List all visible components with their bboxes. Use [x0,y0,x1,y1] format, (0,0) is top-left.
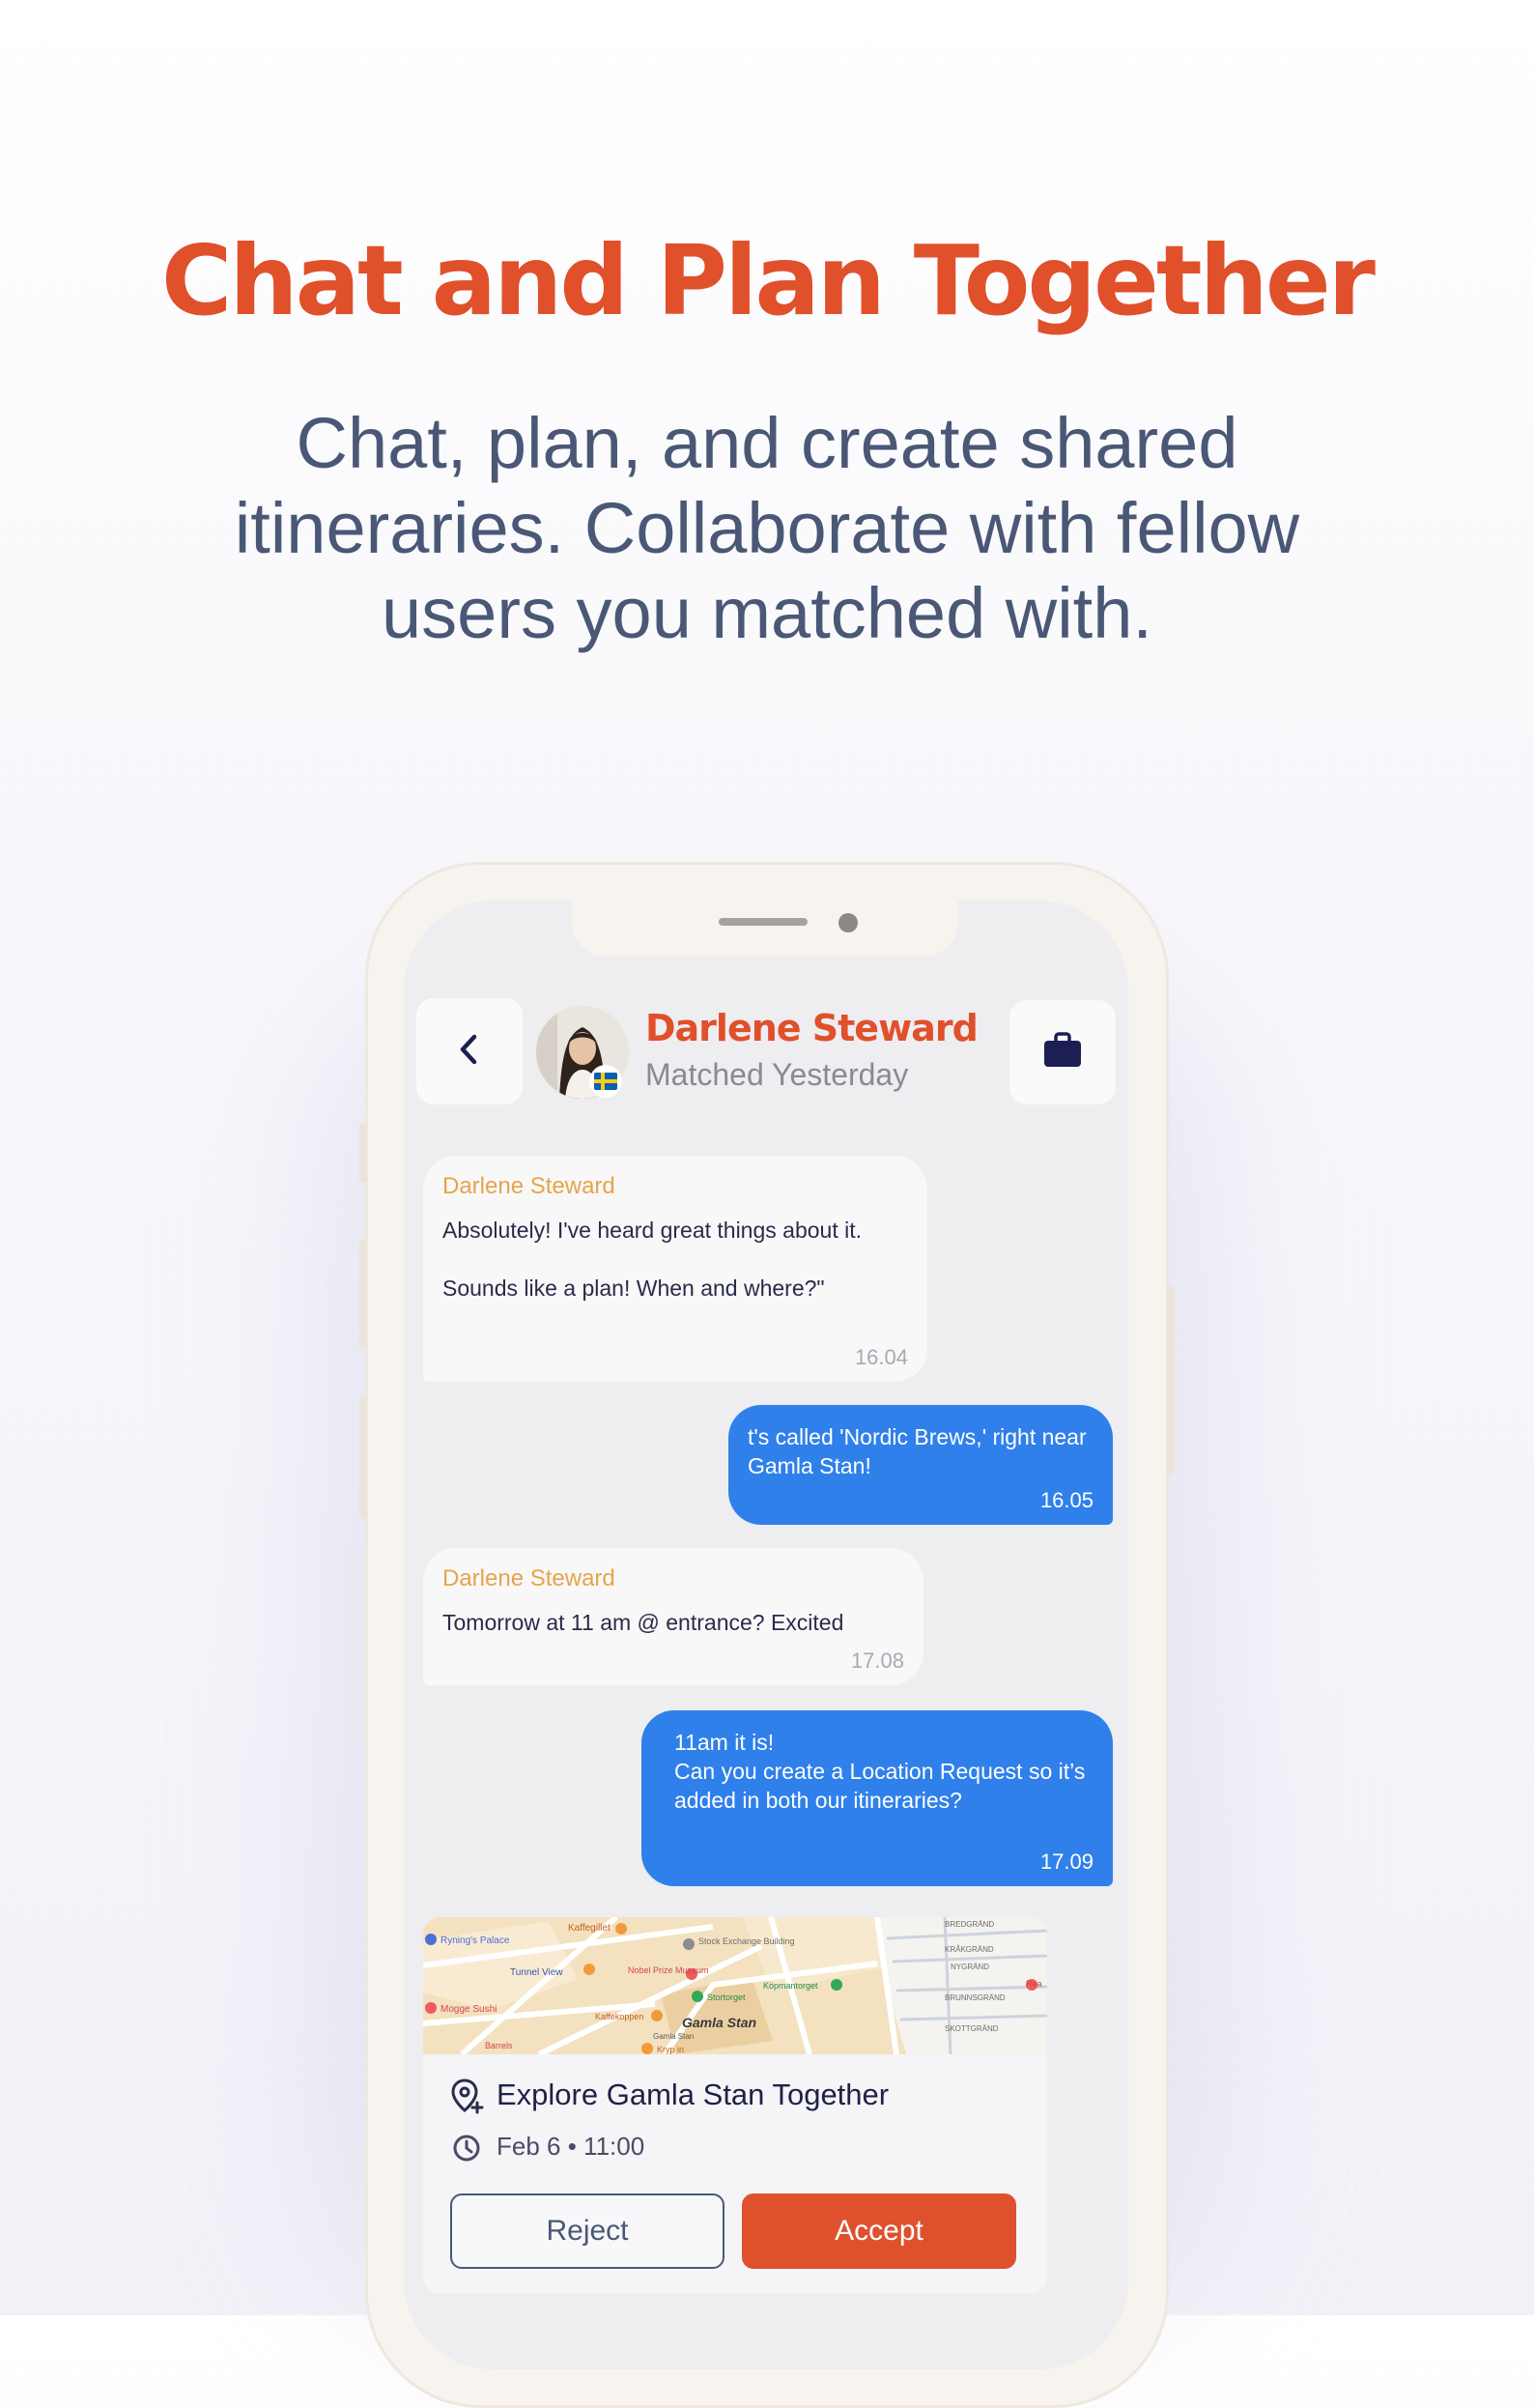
map-label: Ryning's Palace [440,1935,510,1946]
message-time: 16.05 [1039,1488,1094,1512]
map-label: Stortorget [707,1992,746,2002]
location-request-title: Explore Gamla Stan Together [497,2078,890,2111]
map-label: NYGRÄND [951,1963,989,1971]
message-text: Tomorrow at 11 am @ entrance? Excited [442,1610,844,1635]
chevron-left-icon [455,1032,484,1072]
map-label: Mogge Sushi [440,2004,497,2015]
sweden-flag-icon [589,1065,622,1098]
location-map[interactable]: Ryning's Palace Kaffegillet Stock Exchan… [423,1917,1047,2054]
map-label: Köpmantorget [763,1981,818,1991]
map-label: BREDGRÄND [945,1920,994,1929]
message-outgoing[interactable]: t's called 'Nordic Brews,' right near Ga… [728,1405,1113,1525]
reject-button[interactable]: Reject [450,2193,724,2269]
message-time: 16.04 [854,1345,908,1369]
map-label: Nobel Prize Museum [628,1965,709,1975]
location-request-date: Feb 6 • 11:00 [497,2132,645,2161]
phone-screen: Darlene Steward Matched Yesterday Darlen… [404,901,1128,2369]
page-subtitle: Chat, plan, and create shared itinerarie… [234,403,1300,653]
map-label: Kaffegillet [568,1923,611,1934]
map-label: Rea [1026,1979,1042,1989]
speaker-grille [719,918,808,926]
map-label: Gamla Stan [682,2015,756,2030]
message-text: 11am it is! Can you create a Location Re… [674,1730,1086,1813]
map-label: Barrels [485,2041,513,2050]
message-outgoing[interactable]: 11am it is! Can you create a Location Re… [641,1710,1113,1886]
phone-silent-switch [359,1123,367,1183]
message-sender: Darlene Steward [442,1565,615,1591]
phone-volume-up [359,1239,367,1349]
front-camera [838,913,858,932]
map-label: Kaffekoppen [595,2012,643,2021]
message-text: t's called 'Nordic Brews,' right near Ga… [748,1424,1087,1478]
page-title: Chat and Plan Together [161,224,1376,337]
back-button[interactable] [416,998,523,1104]
map-label: SKOTTGRÄND [945,2024,999,2033]
map-label: Tunnel View [510,1967,563,1978]
briefcase-icon [1043,1031,1082,1074]
message-time: 17.09 [1039,1849,1094,1874]
map-label: BRUNNSGRÄND [945,1993,1006,2002]
map-label: KRÅKGRÄND [945,1945,994,1954]
map-label: Kryp in [657,2045,684,2054]
message-sender: Darlene Steward [442,1173,615,1199]
phone-volume-down [359,1397,367,1519]
accept-button[interactable]: Accept [742,2193,1016,2269]
map-label: Stock Exchange Building [698,1936,795,1946]
message-time: 17.08 [850,1648,904,1673]
phone-notch [572,901,958,957]
map-label: Gamla Stan [653,2032,694,2041]
message-incoming[interactable]: Darlene Steward Tomorrow at 11 am @ entr… [423,1548,923,1685]
message-text: Absolutely! I've heard great things abou… [442,1218,862,1301]
location-request-card[interactable]: Ryning's Palace Kaffegillet Stock Exchan… [423,1917,1047,2294]
phone-power-button [1167,1285,1175,1475]
contact-name: Darlene Steward [645,1007,979,1049]
location-pin-add-icon [450,2078,485,2119]
match-status: Matched Yesterday [645,1057,909,1092]
message-incoming[interactable]: Darlene Steward Absolutely! I've heard g… [423,1156,927,1382]
clock-icon [452,2134,481,2167]
itinerary-button[interactable] [1009,1000,1116,1104]
